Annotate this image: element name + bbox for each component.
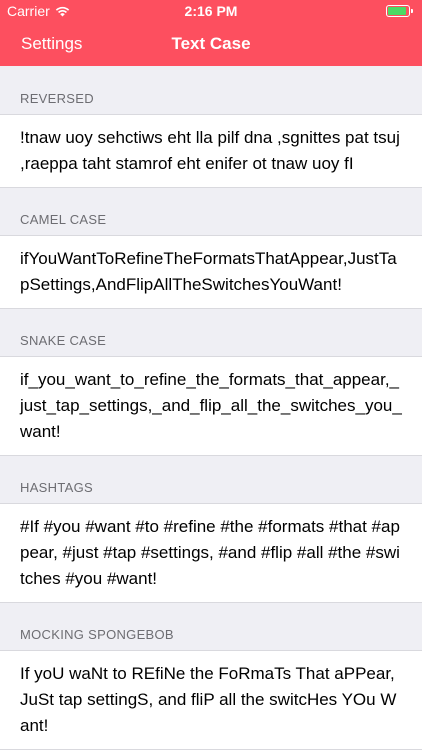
section-header: SNAKE CASE (20, 333, 107, 348)
text-cell-snake-case[interactable]: if_you_want_to_refine_the_formats_that_a… (0, 356, 422, 456)
section-snake-case: SNAKE CASE if_you_want_to_refine_the_for… (0, 333, 422, 456)
battery-icon (386, 5, 414, 17)
status-time: 2:16 PM (184, 3, 238, 19)
text-cell-hashtags[interactable]: #If #you #want #to #refine #the #formats… (0, 503, 422, 603)
navigation-bar: Settings Text Case (0, 22, 422, 66)
section-header: CAMEL CASE (20, 212, 107, 227)
section-hashtags: HASHTAGS #If #you #want #to #refine #the… (0, 480, 422, 603)
text-cell-mocking-spongebob[interactable]: If yoU waNt to REfiNe the FoRmaTs That a… (0, 650, 422, 750)
section-header: HASHTAGS (20, 480, 93, 495)
section-header: MOCKING SPONGEBOB (20, 627, 174, 642)
section-header: REVERSED (20, 91, 94, 106)
text-cell-camel-case[interactable]: ifYouWantToRefineTheFormatsThatAppear,Ju… (0, 235, 422, 309)
content-list: REVERSED !tnaw uoy sehctiws eht lla pilf… (0, 66, 422, 750)
text-cell-reversed[interactable]: !tnaw uoy sehctiws eht lla pilf dna ,sgn… (0, 114, 422, 188)
section-mocking-spongebob: MOCKING SPONGEBOB If yoU waNt to REfiNe … (0, 627, 422, 750)
section-reversed: REVERSED !tnaw uoy sehctiws eht lla pilf… (0, 91, 422, 188)
status-bar: Carrier 2:16 PM (0, 0, 422, 22)
section-camel-case: CAMEL CASE ifYouWantToRefineTheFormatsTh… (0, 212, 422, 309)
header: Carrier 2:16 PM Settings Text Case (0, 0, 422, 66)
page-title: Text Case (171, 34, 251, 53)
